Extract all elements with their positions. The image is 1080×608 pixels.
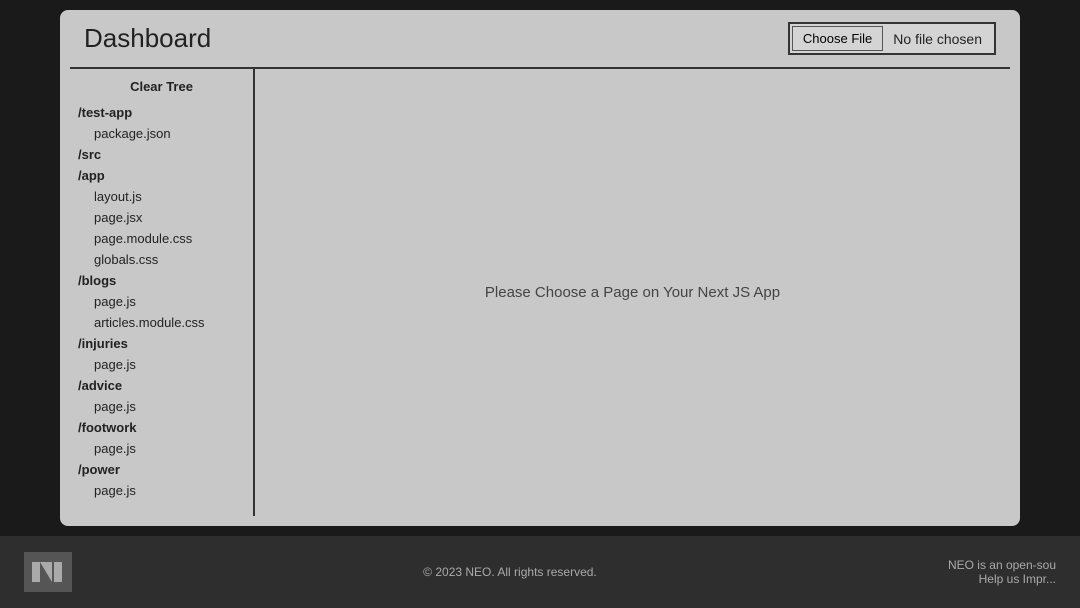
sidebar-file[interactable]: page.js bbox=[70, 438, 253, 459]
sidebar-folder[interactable]: /footwork bbox=[70, 417, 253, 438]
content-area: Clear Tree /test-apppackage.json/src/app… bbox=[70, 69, 1010, 516]
footer: © 2023 NEO. All rights reserved. NEO is … bbox=[0, 536, 1080, 608]
no-file-label: No file chosen bbox=[883, 27, 992, 51]
header: Dashboard Choose File No file chosen bbox=[60, 10, 1020, 67]
sidebar-folder[interactable]: /test-app bbox=[70, 102, 253, 123]
footer-info-line2: Help us Impr... bbox=[948, 572, 1056, 586]
page-title: Dashboard bbox=[84, 23, 211, 54]
sidebar-file[interactable]: layout.js bbox=[70, 186, 253, 207]
sidebar-file[interactable]: articles.module.css bbox=[70, 312, 253, 333]
sidebar-file[interactable]: package.json bbox=[70, 123, 253, 144]
app-container: Dashboard Choose File No file chosen Cle… bbox=[60, 10, 1020, 526]
footer-info-line1: NEO is an open-sou bbox=[948, 558, 1056, 572]
sidebar-file[interactable]: page.js bbox=[70, 291, 253, 312]
sidebar-file[interactable]: page.module.css bbox=[70, 228, 253, 249]
footer-info: NEO is an open-sou Help us Impr... bbox=[948, 558, 1056, 586]
file-input-wrapper: Choose File No file chosen bbox=[788, 22, 996, 55]
main-placeholder-text: Please Choose a Page on Your Next JS App bbox=[485, 284, 780, 301]
sidebar-folder[interactable]: /power bbox=[70, 459, 253, 480]
sidebar-file[interactable]: page.js bbox=[70, 396, 253, 417]
sidebar-file[interactable]: page.js bbox=[70, 354, 253, 375]
sidebar-folder[interactable]: /app bbox=[70, 165, 253, 186]
clear-tree-button[interactable]: Clear Tree bbox=[70, 77, 253, 102]
sidebar-folder[interactable]: /injuries bbox=[70, 333, 253, 354]
sidebar-folder[interactable]: /advice bbox=[70, 375, 253, 396]
footer-logo bbox=[24, 552, 72, 592]
sidebar-folder[interactable]: /blogs bbox=[70, 270, 253, 291]
sidebar-items-list: /test-apppackage.json/src/applayout.jspa… bbox=[70, 102, 253, 501]
footer-copyright: © 2023 NEO. All rights reserved. bbox=[72, 565, 948, 579]
sidebar-file[interactable]: globals.css bbox=[70, 249, 253, 270]
sidebar: Clear Tree /test-apppackage.json/src/app… bbox=[70, 69, 255, 516]
choose-file-button[interactable]: Choose File bbox=[792, 26, 883, 51]
sidebar-folder[interactable]: /src bbox=[70, 144, 253, 165]
sidebar-file[interactable]: page.jsx bbox=[70, 207, 253, 228]
main-panel: Please Choose a Page on Your Next JS App bbox=[255, 69, 1010, 516]
sidebar-file[interactable]: page.js bbox=[70, 480, 253, 501]
footer-logo-icon bbox=[24, 552, 72, 592]
